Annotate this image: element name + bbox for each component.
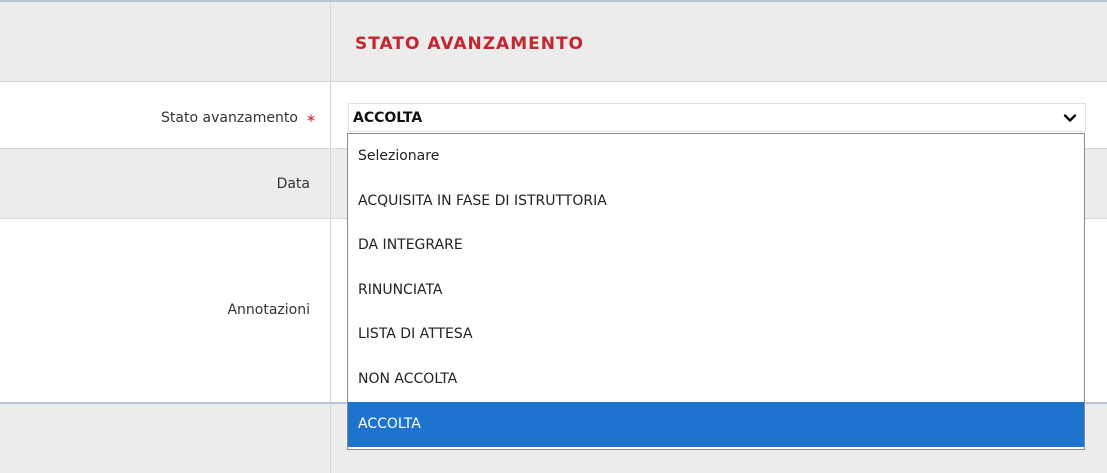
dropdown-option-lista-di-attesa[interactable]: LISTA DI ATTESA (348, 312, 1084, 357)
dropdown-option-selezionare[interactable]: Selezionare (348, 134, 1084, 179)
dropdown-option-rinunciata[interactable]: RINUNCIATA (348, 268, 1084, 313)
stato-avanzamento-label: Stato avanzamento ∗ (161, 110, 316, 126)
required-marker: ∗ (305, 111, 316, 125)
stato-avanzamento-select[interactable]: ACCOLTA (348, 103, 1086, 132)
header-title-cell: STATO AVANZAMENTO (331, 2, 1107, 81)
stato-label-cell: Stato avanzamento ∗ (0, 82, 331, 148)
select-current-value: ACCOLTA (353, 110, 423, 126)
footer-left-cell (0, 404, 331, 473)
section-title: STATO AVANZAMENTO (355, 34, 585, 54)
section-header-row: STATO AVANZAMENTO (0, 2, 1107, 82)
chevron-down-icon (1063, 114, 1077, 122)
data-label-cell: Data (0, 149, 331, 218)
form-panel: STATO AVANZAMENTO Stato avanzamento ∗ ACC… (0, 0, 1107, 473)
stato-avanzamento-label-text: Stato avanzamento (161, 110, 298, 126)
header-label-cell (0, 2, 331, 81)
dropdown-option-non-accolta[interactable]: NON ACCOLTA (348, 357, 1084, 402)
annotazioni-label: Annotazioni (227, 302, 310, 318)
dropdown-option-acquisita-in-fase-di-istruttoria[interactable]: ACQUISITA IN FASE DI ISTRUTTORIA (348, 179, 1084, 224)
annotazioni-label-cell: Annotazioni (0, 219, 331, 402)
dropdown-option-accolta[interactable]: ACCOLTA (348, 401, 1084, 447)
dropdown-option-da-integrare[interactable]: DA INTEGRARE (348, 223, 1084, 268)
data-label: Data (276, 176, 310, 192)
stato-avanzamento-dropdown-list: Selezionare ACQUISITA IN FASE DI ISTRUTT… (347, 133, 1085, 450)
